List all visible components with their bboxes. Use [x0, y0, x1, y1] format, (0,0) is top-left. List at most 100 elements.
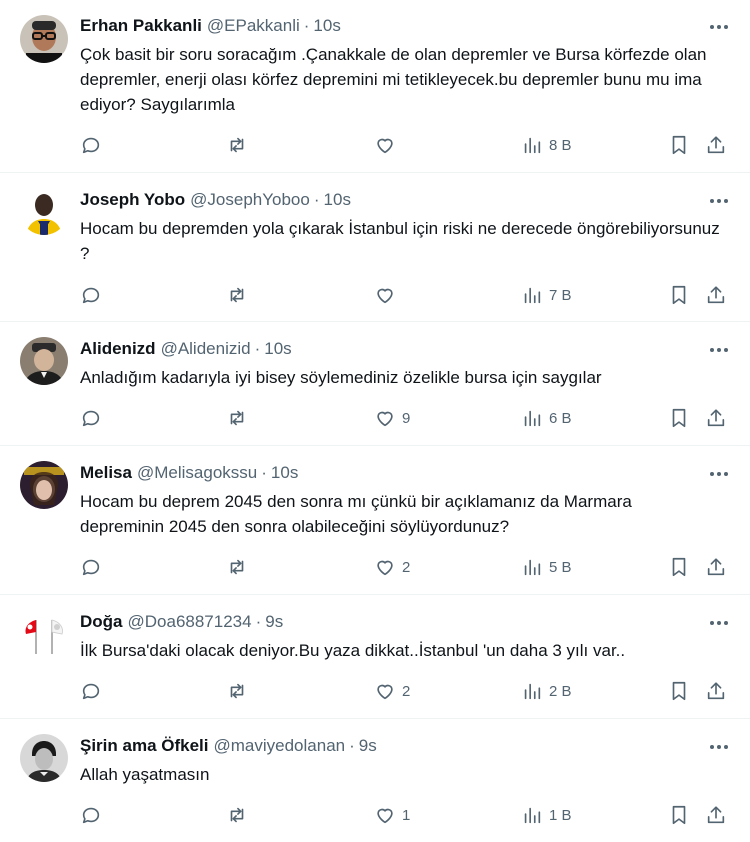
tweet-header: Alidenizd @Alidenizid · 10s — [80, 338, 292, 360]
avatar[interactable] — [20, 15, 68, 63]
share-button[interactable] — [705, 406, 727, 430]
retweet-icon — [230, 137, 244, 153]
like-count: 9 — [402, 409, 411, 427]
more-options-icon[interactable] — [710, 464, 728, 484]
tweet-header: Melisa @Melisagokssu · 10s — [80, 462, 298, 484]
timestamp[interactable]: 10s — [271, 463, 298, 483]
author-handle[interactable]: @EPakkanli — [207, 16, 300, 36]
reply-button[interactable] — [80, 406, 102, 430]
action-bar: 7 B — [80, 283, 730, 307]
author-handle[interactable]: @Melisagokssu — [137, 463, 257, 483]
analytics-icon — [524, 683, 541, 700]
reply-button[interactable] — [80, 283, 102, 307]
more-options-icon[interactable] — [710, 340, 728, 360]
view-count: 1 B — [549, 806, 572, 824]
reply-button[interactable] — [80, 679, 102, 703]
retweet-button[interactable] — [226, 555, 248, 579]
author-handle[interactable]: @JosephYoboo — [190, 190, 310, 210]
reply-tweet[interactable]: Melisa @Melisagokssu · 10s Hocam bu depr… — [0, 446, 750, 595]
reply-tweet[interactable]: Erhan Pakkanli @EPakkanli · 10s Çok basi… — [0, 0, 750, 173]
share-button[interactable] — [705, 803, 727, 827]
like-button[interactable]: 9 — [374, 406, 410, 430]
views-button[interactable]: 6 B — [521, 406, 572, 430]
bookmark-button[interactable] — [668, 803, 690, 827]
tweet-text: İlk Bursa'daki olacak deniyor.Bu yaza di… — [80, 641, 626, 660]
share-icon — [707, 286, 725, 304]
retweet-button[interactable] — [226, 803, 248, 827]
bookmark-button[interactable] — [668, 283, 690, 307]
bookmark-icon — [672, 285, 686, 305]
views-button[interactable]: 8 B — [521, 133, 572, 157]
like-count: 2 — [402, 682, 411, 700]
tweet-text: Çok basit bir soru soracağım .Çanakkale … — [80, 45, 707, 114]
author-handle[interactable]: @maviyedolanan — [214, 736, 346, 756]
author-name[interactable]: Alidenizd — [80, 339, 156, 359]
retweet-button[interactable] — [226, 133, 248, 157]
heart-icon — [377, 288, 393, 304]
more-options-icon[interactable] — [710, 191, 728, 211]
view-count: 8 B — [549, 136, 572, 154]
retweet-button[interactable] — [226, 283, 248, 307]
author-name[interactable]: Erhan Pakkanli — [80, 16, 202, 36]
avatar[interactable] — [20, 337, 68, 385]
avatar[interactable] — [20, 610, 68, 658]
tweet-text: Hocam bu depremden yola çıkarak İstanbul… — [80, 219, 720, 263]
heart-icon — [377, 411, 393, 427]
reply-tweet[interactable]: Joseph Yobo @JosephYoboo · 10s Hocam bu … — [0, 173, 750, 322]
reply-icon — [82, 137, 100, 154]
like-button[interactable] — [374, 283, 402, 307]
timestamp[interactable]: 10s — [324, 190, 351, 210]
like-button[interactable]: 2 — [374, 679, 410, 703]
views-button[interactable]: 7 B — [521, 283, 572, 307]
like-button[interactable] — [374, 133, 402, 157]
author-name[interactable]: Melisa — [80, 463, 132, 483]
reply-tweet[interactable]: Şirin ama Öfkeli @maviyedolanan · 9s All… — [0, 719, 750, 842]
view-count: 5 B — [549, 558, 572, 576]
bookmark-button[interactable] — [668, 679, 690, 703]
views-button[interactable]: 1 B — [521, 803, 572, 827]
timestamp[interactable]: 10s — [264, 339, 291, 359]
more-options-icon[interactable] — [710, 737, 728, 757]
separator-dot: · — [349, 736, 355, 755]
reply-tweet[interactable]: Doğa @Doa68871234 · 9s İlk Bursa'daki ol… — [0, 595, 750, 719]
retweet-icon — [230, 807, 244, 823]
more-options-icon[interactable] — [710, 613, 728, 633]
like-button[interactable]: 2 — [374, 555, 410, 579]
separator-dot: · — [254, 339, 261, 358]
bookmark-button[interactable] — [668, 555, 690, 579]
views-button[interactable]: 5 B — [521, 555, 572, 579]
share-button[interactable] — [705, 133, 727, 157]
author-handle[interactable]: @Alidenizid — [161, 339, 251, 359]
reply-icon — [82, 410, 100, 427]
author-name[interactable]: Doğa — [80, 612, 123, 632]
author-name[interactable]: Joseph Yobo — [80, 190, 185, 210]
timestamp[interactable]: 10s — [313, 16, 340, 36]
share-button[interactable] — [705, 283, 727, 307]
reply-icon — [82, 807, 100, 824]
bookmark-button[interactable] — [668, 133, 690, 157]
share-button[interactable] — [705, 679, 727, 703]
share-button[interactable] — [705, 555, 727, 579]
views-button[interactable]: 2 B — [521, 679, 572, 703]
timestamp[interactable]: 9s — [265, 612, 283, 632]
timestamp[interactable]: 9s — [359, 736, 377, 756]
tweet-header: Doğa @Doa68871234 · 9s — [80, 611, 283, 633]
retweet-button[interactable] — [226, 406, 248, 430]
share-icon — [707, 806, 725, 824]
author-name[interactable]: Şirin ama Öfkeli — [80, 736, 209, 756]
avatar[interactable] — [20, 461, 68, 509]
analytics-icon — [524, 410, 541, 427]
bookmark-button[interactable] — [668, 406, 690, 430]
reply-button[interactable] — [80, 803, 102, 827]
action-bar: 8 B — [80, 133, 730, 157]
reply-button[interactable] — [80, 133, 102, 157]
like-button[interactable]: 1 — [374, 803, 410, 827]
author-handle[interactable]: @Doa68871234 — [128, 612, 252, 632]
reply-tweet[interactable]: Alidenizd @Alidenizid · 10s Anladığım ka… — [0, 322, 750, 446]
avatar[interactable] — [20, 734, 68, 782]
more-options-icon[interactable] — [710, 17, 728, 37]
reply-button[interactable] — [80, 555, 102, 579]
avatar[interactable] — [20, 187, 68, 235]
retweet-button[interactable] — [226, 679, 248, 703]
share-icon — [707, 409, 725, 427]
